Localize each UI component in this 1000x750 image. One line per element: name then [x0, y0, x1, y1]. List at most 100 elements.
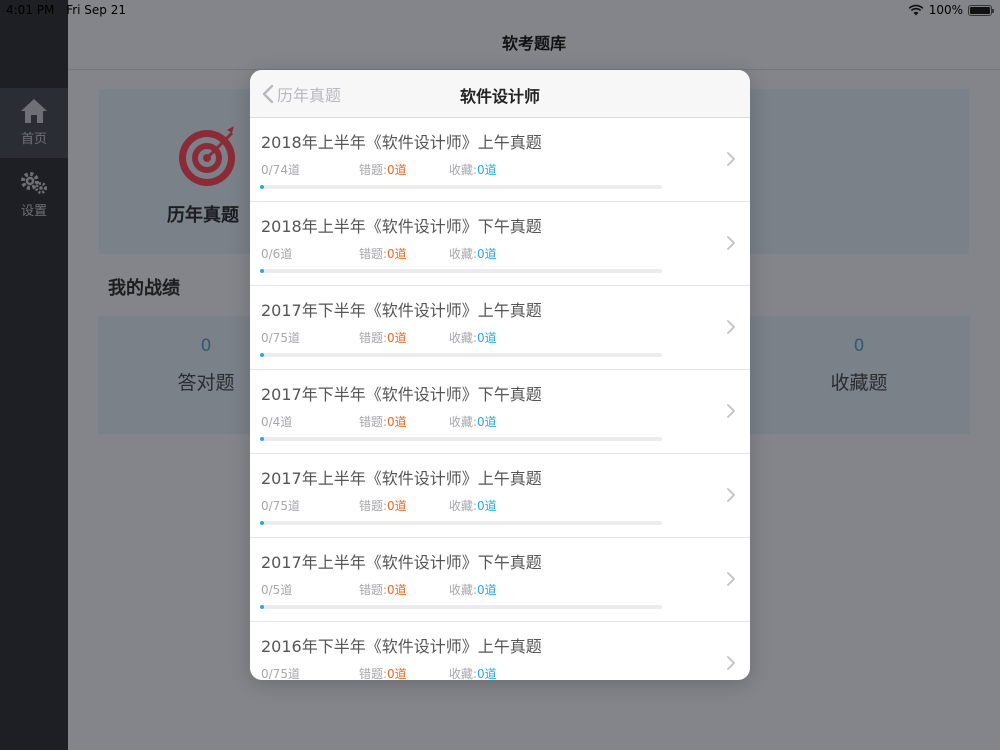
status-date: Fri Sep 21: [66, 3, 126, 17]
exam-list-item[interactable]: 2017年上半年《软件设计师》上午真题 0/75道 错题:0道 收藏:0道: [250, 454, 750, 538]
sidebar-item-home[interactable]: 首页: [0, 88, 68, 158]
modal-title: 软件设计师: [459, 87, 540, 106]
progress-count: 0/6道: [261, 247, 293, 261]
favorite-label: 收藏:: [449, 415, 478, 429]
past-exams-label: 历年真题: [167, 205, 239, 226]
exam-title: 2017年下半年《软件设计师》上午真题: [261, 301, 542, 320]
wrong-label: 错题:: [359, 331, 388, 345]
wrong-label: 错题:: [359, 415, 388, 429]
wrong-count: 错题:0道: [359, 161, 407, 178]
progress-bar: [260, 185, 662, 189]
favorite-count: 收藏:0道: [449, 245, 497, 262]
wrong-value: 0道: [387, 163, 407, 177]
chevron-right-icon: [727, 152, 735, 166]
favorite-label: 收藏:: [449, 667, 478, 680]
home-icon: [21, 99, 47, 123]
wifi-icon: [908, 4, 924, 16]
battery-icon: [968, 4, 994, 16]
progress-count: 0/75道: [261, 667, 300, 680]
exam-list[interactable]: 2018年上半年《软件设计师》上午真题 0/74道 错题:0道 收藏:0道 2018年上…: [250, 118, 750, 680]
sidebar: 首页 设置: [0, 0, 68, 750]
chevron-right-icon: [727, 656, 735, 670]
wrong-label: 错题:: [359, 667, 388, 680]
favorite-count: 收藏:0道: [449, 161, 497, 178]
exam-list-item[interactable]: 2017年上半年《软件设计师》下午真题 0/5道 错题:0道 收藏:0道: [250, 538, 750, 622]
wrong-label: 错题:: [359, 163, 388, 177]
exam-list-item[interactable]: 2018年上半年《软件设计师》下午真题 0/6道 错题:0道 收藏:0道: [250, 202, 750, 286]
status-bar: 4:01 PM Fri Sep 21 100%: [0, 0, 1000, 20]
favorite-value: 0道: [477, 331, 497, 345]
wrong-label: 错题:: [359, 499, 388, 513]
favorite-label: 收藏:: [449, 163, 478, 177]
favorite-value: 0道: [477, 499, 497, 513]
wrong-value: 0道: [387, 667, 407, 680]
wrong-value: 0道: [387, 247, 407, 261]
progress-count: 0/74道: [261, 163, 300, 177]
favorite-count: 收藏:0道: [449, 581, 497, 598]
wrong-count: 错题:0道: [359, 497, 407, 514]
wrong-value: 0道: [387, 415, 407, 429]
favorite-label: 收藏:: [449, 247, 478, 261]
modal-header: 历年真题 软件设计师: [250, 70, 750, 118]
wrong-value: 0道: [387, 583, 407, 597]
progress-fill: [260, 521, 265, 525]
favorite-count: 收藏:0道: [449, 413, 497, 430]
chevron-right-icon: [727, 488, 735, 502]
progress-fill: [260, 605, 265, 609]
progress-fill: [260, 185, 265, 189]
sidebar-item-label: 首页: [20, 132, 47, 147]
exam-list-modal: 历年真题 软件设计师 2018年上半年《软件设计师》上午真题 0/74道 错题:0道…: [250, 70, 750, 680]
progress-fill: [260, 269, 265, 273]
progress-count: 0/75道: [261, 331, 300, 345]
exam-list-item[interactable]: 2017年下半年《软件设计师》下午真题 0/4道 错题:0道 收藏:0道: [250, 370, 750, 454]
chevron-right-icon: [727, 320, 735, 334]
stat-favorites[interactable]: 0 收藏题: [759, 316, 959, 395]
status-time: 4:01 PM: [6, 3, 55, 17]
sidebar-item-label: 设置: [20, 204, 47, 219]
progress-fill: [260, 353, 265, 357]
favorite-count: 收藏:0道: [449, 665, 497, 680]
progress-bar: [260, 605, 662, 609]
favorite-label: 收藏:: [449, 331, 478, 345]
section-title: 我的战绩: [108, 278, 180, 299]
favorite-value: 0道: [477, 583, 497, 597]
wrong-value: 0道: [387, 331, 407, 345]
wrong-count: 错题:0道: [359, 245, 407, 262]
chevron-right-icon: [727, 404, 735, 418]
wrong-label: 错题:: [359, 583, 388, 597]
favorite-count: 收藏:0道: [449, 329, 497, 346]
sidebar-item-settings[interactable]: 设置: [0, 160, 68, 230]
wrong-count: 错题:0道: [359, 665, 407, 680]
progress-count: 0/5道: [261, 583, 293, 597]
exam-list-item[interactable]: 2017年下半年《软件设计师》上午真题 0/75道 错题:0道 收藏:0道: [250, 286, 750, 370]
page-title: 软考题库: [68, 20, 1000, 70]
progress-count: 0/75道: [261, 499, 300, 513]
progress-fill: [260, 437, 265, 441]
chevron-right-icon: [727, 236, 735, 250]
exam-title: 2017年上半年《软件设计师》上午真题: [261, 469, 542, 488]
wrong-count: 错题:0道: [359, 581, 407, 598]
favorite-value: 0道: [477, 163, 497, 177]
exam-list-item[interactable]: 2018年上半年《软件设计师》上午真题 0/74道 错题:0道 收藏:0道: [250, 118, 750, 202]
exam-list-item[interactable]: 2016年下半年《软件设计师》上午真题 0/75道 错题:0道 收藏:0道: [250, 622, 750, 680]
favorite-count: 收藏:0道: [449, 497, 497, 514]
favorite-value: 0道: [477, 247, 497, 261]
progress-bar: [260, 521, 662, 525]
wrong-value: 0道: [387, 499, 407, 513]
stat-label: 收藏题: [830, 372, 888, 394]
stat-value: 0: [853, 336, 865, 356]
progress-bar: [260, 269, 662, 273]
progress-count: 0/4道: [261, 415, 293, 429]
wrong-label: 错题:: [359, 247, 388, 261]
progress-bar: [260, 437, 662, 441]
exam-title: 2017年上半年《软件设计师》下午真题: [261, 553, 542, 572]
exam-title: 2016年下半年《软件设计师》上午真题: [261, 637, 542, 656]
exam-title: 2018年上半年《软件设计师》上午真题: [261, 133, 542, 152]
favorite-value: 0道: [477, 415, 497, 429]
exam-title: 2018年上半年《软件设计师》下午真题: [261, 217, 542, 236]
chevron-right-icon: [727, 572, 735, 586]
wrong-count: 错题:0道: [359, 413, 407, 430]
favorite-value: 0道: [477, 667, 497, 680]
exam-title: 2017年下半年《软件设计师》下午真题: [261, 385, 542, 404]
wrong-count: 错题:0道: [359, 329, 407, 346]
